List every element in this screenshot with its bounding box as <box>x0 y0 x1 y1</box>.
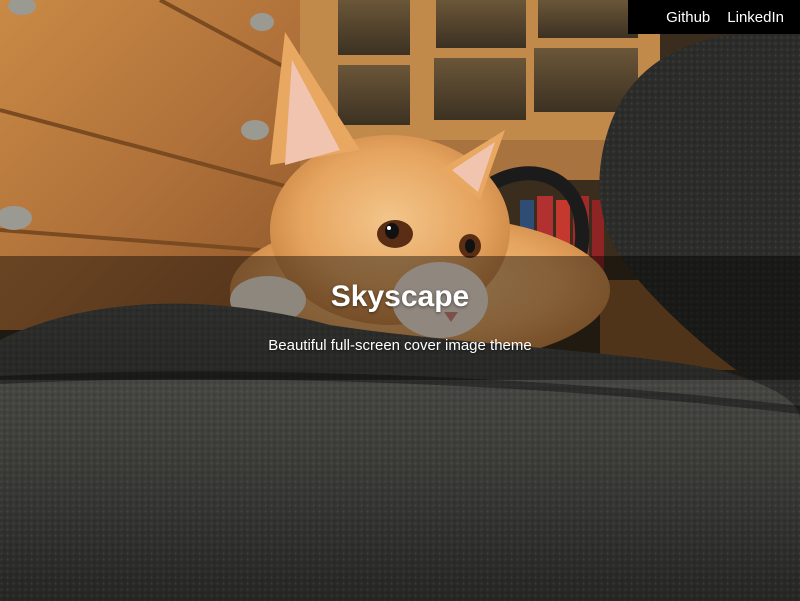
top-nav: Github LinkedIn <box>628 0 800 34</box>
nav-link-linkedin[interactable]: LinkedIn <box>727 9 784 26</box>
page: Github LinkedIn Skyscape Beautiful full-… <box>0 0 800 601</box>
hero-title: Skyscape <box>330 280 470 313</box>
nav-link-github[interactable]: Github <box>666 9 710 26</box>
hero-subtitle: Beautiful full-screen cover image theme <box>268 337 532 354</box>
hero-overlay: Skyscape Beautiful full-screen cover ima… <box>0 256 800 380</box>
